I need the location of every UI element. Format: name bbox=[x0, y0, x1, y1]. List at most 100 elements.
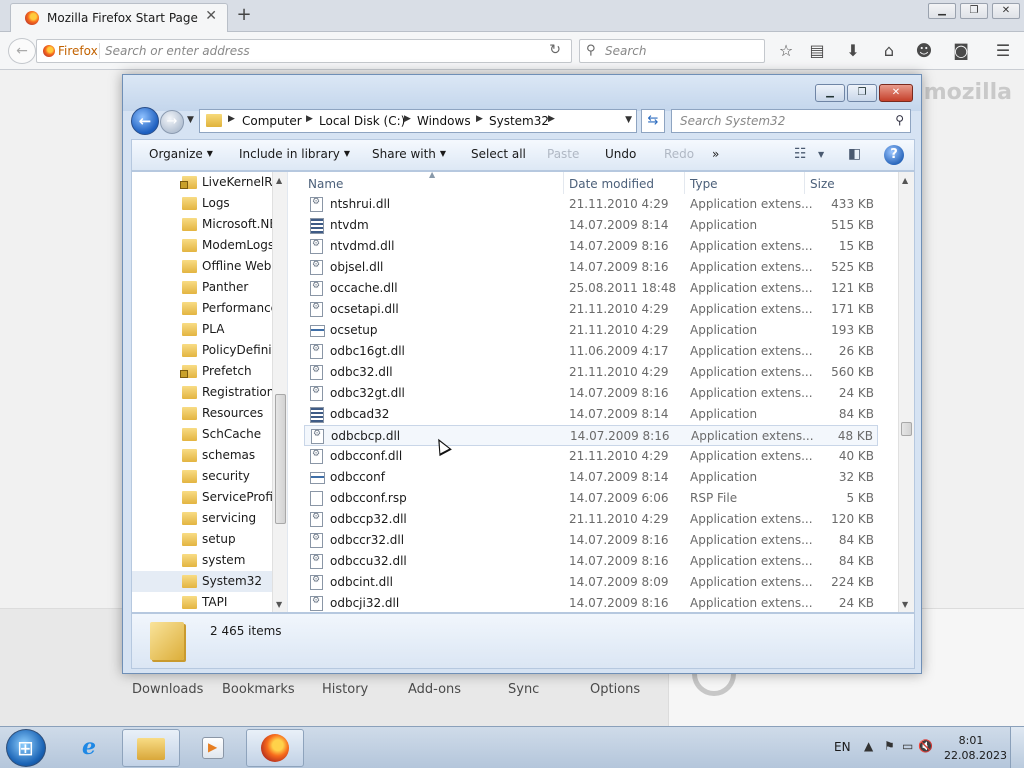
help-icon[interactable]: ? bbox=[884, 145, 904, 165]
launcher-history[interactable]: History bbox=[322, 682, 368, 697]
nav-folder-item[interactable]: Resources bbox=[132, 403, 272, 424]
file-row[interactable]: odbccu32.dll 14.07.2009 8:16 Application e… bbox=[304, 551, 878, 572]
chevron-down-icon[interactable]: ▼ bbox=[818, 150, 824, 159]
view-options-icon[interactable]: ☷ bbox=[794, 146, 807, 162]
nav-folder-item[interactable]: SchCache bbox=[132, 424, 272, 445]
firefox-search-input[interactable]: ⚲ Search bbox=[579, 39, 765, 63]
breadcrumb-system32[interactable]: System32 bbox=[489, 114, 549, 128]
column-header-name[interactable]: Name bbox=[308, 177, 343, 191]
launcher-downloads[interactable]: Downloads bbox=[132, 682, 203, 697]
address-dropdown-icon[interactable]: ▼ bbox=[625, 115, 632, 125]
nav-folder-item[interactable]: setup bbox=[132, 529, 272, 550]
firefox-restore-button[interactable]: ❐ bbox=[960, 3, 988, 19]
nav-folder-item[interactable]: ServiceProfile bbox=[132, 487, 272, 508]
launcher-options[interactable]: Options bbox=[590, 682, 640, 697]
identity-badge[interactable]: Firefox bbox=[43, 44, 98, 58]
nav-folder-item[interactable]: Prefetch bbox=[132, 361, 272, 382]
tab-close-icon[interactable]: ✕ bbox=[205, 8, 217, 24]
nav-folder-item[interactable]: Offline Web P bbox=[132, 256, 272, 277]
nav-folder-item[interactable]: servicing bbox=[132, 508, 272, 529]
preview-pane-icon[interactable]: ◧ bbox=[848, 146, 861, 162]
redo-button[interactable]: Redo bbox=[664, 147, 694, 161]
show-desktop-button[interactable] bbox=[1010, 727, 1024, 768]
file-row[interactable]: odbcbcp.dll 14.07.2009 8:16 Application ex… bbox=[304, 425, 878, 446]
explorer-close-button[interactable]: ✕ bbox=[879, 84, 913, 102]
scroll-down-icon[interactable]: ▼ bbox=[276, 600, 282, 609]
nav-folder-item[interactable]: schemas bbox=[132, 445, 272, 466]
chevron-right-icon[interactable]: ▶ bbox=[476, 114, 483, 124]
file-row[interactable]: odbcad32 14.07.2009 8:14 Application 84 KB bbox=[304, 404, 878, 425]
new-tab-button[interactable]: + bbox=[234, 4, 254, 26]
column-divider[interactable] bbox=[563, 172, 564, 194]
file-row[interactable]: ntshrui.dll 21.11.2010 4:29 Application ex… bbox=[304, 194, 878, 215]
nav-scrollbar[interactable]: ▲ ▼ bbox=[272, 172, 287, 612]
breadcrumb-windows[interactable]: Windows bbox=[417, 114, 471, 128]
bookmark-star-icon[interactable]: ☆ bbox=[775, 40, 797, 62]
nav-folder-item[interactable]: Panther bbox=[132, 277, 272, 298]
language-indicator[interactable]: EN bbox=[834, 740, 851, 754]
file-row[interactable]: objsel.dll 14.07.2009 8:16 Application ext… bbox=[304, 257, 878, 278]
column-header-date[interactable]: Date modified bbox=[569, 177, 654, 191]
file-row[interactable]: odbccp32.dll 21.11.2010 4:29 Application e… bbox=[304, 509, 878, 530]
file-scroll-thumb[interactable] bbox=[901, 422, 912, 436]
undo-button[interactable]: Undo bbox=[605, 147, 636, 161]
column-header-type[interactable]: Type bbox=[690, 177, 718, 191]
recent-pages-icon[interactable]: ▼ bbox=[187, 115, 194, 125]
nav-folder-item[interactable]: Performance bbox=[132, 298, 272, 319]
breadcrumb-computer[interactable]: Computer bbox=[242, 114, 302, 128]
nav-folder-item[interactable]: security bbox=[132, 466, 272, 487]
more-commands-button[interactable]: » bbox=[712, 147, 719, 161]
nav-folder-item[interactable]: PLA bbox=[132, 319, 272, 340]
scroll-up-icon[interactable]: ▲ bbox=[276, 176, 282, 185]
nav-folder-item[interactable]: Logs bbox=[132, 193, 272, 214]
clock[interactable]: 8:01 22.08.2023 bbox=[944, 733, 1007, 763]
firefox-minimize-button[interactable]: ▁ bbox=[928, 3, 956, 19]
chevron-right-icon[interactable]: ▶ bbox=[548, 114, 555, 124]
firefox-close-button[interactable]: ✕ bbox=[992, 3, 1020, 19]
file-row[interactable]: odbcconf.rsp 14.07.2009 6:06 RSP File 5 KB bbox=[304, 488, 878, 509]
file-row[interactable]: ntvdmd.dll 14.07.2009 8:16 Application ext… bbox=[304, 236, 878, 257]
refresh-button[interactable]: ⇆ bbox=[641, 109, 665, 133]
nav-scroll-thumb[interactable] bbox=[275, 394, 286, 524]
nav-folder-item[interactable]: TAPI bbox=[132, 592, 272, 612]
breadcrumb-local-disk[interactable]: Local Disk (C:) bbox=[319, 114, 405, 128]
launcher-addons[interactable]: Add-ons bbox=[408, 682, 461, 697]
file-row[interactable]: odbcconf 14.07.2009 8:14 Application 32 KB bbox=[304, 467, 878, 488]
url-bar[interactable]: Firefox Search or enter address ↻ bbox=[36, 39, 572, 63]
volume-muted-icon[interactable]: 🔇 bbox=[918, 739, 933, 753]
firefox-tab[interactable]: Mozilla Firefox Start Page ✕ bbox=[10, 3, 228, 32]
select-all-button[interactable]: Select all bbox=[471, 147, 526, 161]
taskbar-explorer[interactable] bbox=[122, 729, 180, 767]
taskbar-firefox[interactable] bbox=[246, 729, 304, 767]
launcher-bookmarks[interactable]: Bookmarks bbox=[222, 682, 295, 697]
file-row[interactable]: odbcji32.dll 14.07.2009 8:16 Application e… bbox=[304, 593, 878, 614]
column-header-size[interactable]: Size bbox=[810, 177, 835, 191]
file-row[interactable]: odbcconf.dll 21.11.2010 4:29 Application e… bbox=[304, 446, 878, 467]
scroll-down-icon[interactable]: ▼ bbox=[902, 600, 908, 609]
paste-button[interactable]: Paste bbox=[547, 147, 579, 161]
explorer-forward-button[interactable]: → bbox=[160, 110, 184, 134]
taskbar-media-player[interactable] bbox=[184, 729, 242, 767]
address-bar[interactable]: ▶ Computer ▶ Local Disk (C:) ▶ Windows ▶… bbox=[199, 109, 637, 133]
column-divider[interactable] bbox=[804, 172, 805, 194]
taskbar-internet-explorer[interactable]: e bbox=[60, 729, 118, 767]
hamburger-menu-icon[interactable]: ☰ bbox=[992, 40, 1014, 62]
home-icon[interactable]: ⌂ bbox=[878, 40, 900, 62]
launcher-sync[interactable]: Sync bbox=[508, 682, 539, 697]
bookmarks-menu-icon[interactable]: ▤ bbox=[806, 40, 828, 62]
file-scrollbar[interactable]: ▲ ▼ bbox=[898, 172, 914, 612]
chevron-right-icon[interactable]: ▶ bbox=[404, 114, 411, 124]
pocket-icon[interactable]: ◙ bbox=[950, 40, 972, 62]
network-icon[interactable]: ▭ bbox=[902, 739, 913, 753]
file-row[interactable]: occache.dll 25.08.2011 18:48 Application e… bbox=[304, 278, 878, 299]
file-row[interactable]: ntvdm 14.07.2009 8:14 Application 515 KB bbox=[304, 215, 878, 236]
action-center-icon[interactable]: ⚑ bbox=[884, 739, 895, 753]
nav-folder-item[interactable]: LiveKernelRep bbox=[132, 172, 272, 193]
hello-icon[interactable]: ☻ bbox=[913, 40, 935, 62]
nav-folder-item[interactable]: Microsoft.NE bbox=[132, 214, 272, 235]
start-button[interactable] bbox=[6, 729, 46, 767]
show-hidden-icons-icon[interactable]: ▲ bbox=[864, 739, 873, 753]
explorer-maximize-button[interactable]: ❐ bbox=[847, 84, 877, 102]
nav-folder-item[interactable]: ModemLogs bbox=[132, 235, 272, 256]
file-row[interactable]: odbc32.dll 21.11.2010 4:29 Application ext… bbox=[304, 362, 878, 383]
